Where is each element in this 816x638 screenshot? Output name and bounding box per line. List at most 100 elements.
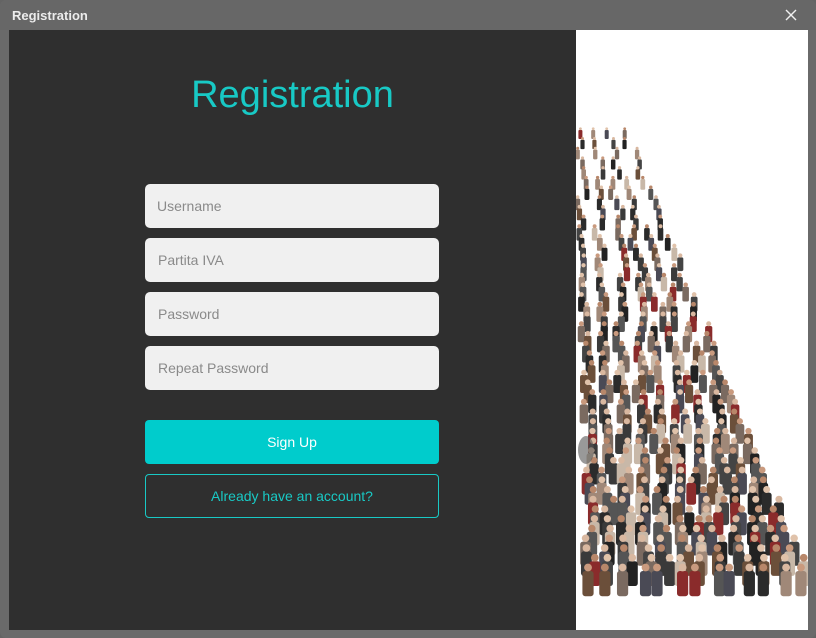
crowd-figure-head bbox=[725, 563, 734, 572]
crowd-figure-head bbox=[582, 544, 591, 552]
crowd-figure-head bbox=[589, 486, 597, 493]
crowd-figure-head bbox=[630, 204, 635, 209]
crowd-figure bbox=[608, 502, 619, 526]
crowd-figure-head bbox=[641, 563, 650, 572]
crowd-figure-head bbox=[651, 292, 657, 297]
crowd-figure-head bbox=[758, 515, 766, 523]
crowd-figure-head bbox=[598, 466, 605, 474]
crowd-figure bbox=[576, 149, 580, 160]
password-input[interactable] bbox=[145, 292, 439, 336]
crowd-figure-head bbox=[601, 204, 605, 209]
crowd-figure-head bbox=[638, 398, 645, 405]
crowd-figure-head bbox=[601, 505, 609, 513]
crowd-figure-head bbox=[610, 495, 618, 503]
login-link-button[interactable]: Already have an account? bbox=[145, 474, 439, 518]
crowd-figure-head bbox=[599, 350, 606, 356]
crowd-figure-head bbox=[684, 544, 693, 552]
crowd-figure bbox=[698, 375, 707, 393]
close-icon[interactable] bbox=[782, 6, 800, 24]
crowd-figure-head bbox=[606, 379, 613, 386]
crowd-figure-head bbox=[581, 137, 584, 140]
crowd-figure-head bbox=[655, 253, 660, 258]
crowd-figure-head bbox=[750, 476, 758, 484]
crowd-figure bbox=[682, 286, 689, 302]
crowd-figure-head bbox=[592, 137, 596, 140]
crowd-figure-head bbox=[597, 233, 602, 239]
crowd-figure-head bbox=[737, 456, 744, 464]
crowd-figure-head bbox=[644, 408, 651, 415]
crowd-figure bbox=[690, 365, 699, 383]
repeat-password-input[interactable] bbox=[145, 346, 439, 390]
username-input[interactable] bbox=[145, 184, 439, 228]
crowd-figure-head bbox=[711, 340, 717, 346]
crowd-figure bbox=[635, 169, 641, 180]
crowd-figure bbox=[626, 188, 632, 200]
crowd-figure-head bbox=[790, 534, 798, 543]
partita-iva-input[interactable] bbox=[145, 238, 439, 282]
crowd-figure bbox=[660, 277, 668, 292]
crowd-figure-head bbox=[653, 486, 661, 493]
crowd-figure-head bbox=[683, 330, 689, 337]
crowd-figure-head bbox=[666, 330, 672, 337]
crowd-figure-head bbox=[622, 243, 627, 248]
crowd-figure-head bbox=[686, 379, 692, 386]
crowd-figure-head bbox=[785, 544, 794, 552]
crowd-figure-head bbox=[641, 476, 648, 484]
crowd-figure-head bbox=[628, 553, 637, 562]
crowd-figure-head bbox=[731, 476, 738, 484]
crowd-figure-head bbox=[635, 330, 642, 337]
crowd-figure-head bbox=[616, 214, 621, 219]
crowd-figure-head bbox=[645, 272, 651, 278]
crowd-figure-head bbox=[676, 553, 685, 562]
crowd-figure-head bbox=[702, 495, 710, 503]
crowd-figure-head bbox=[584, 311, 590, 317]
crowd-figure-head bbox=[672, 398, 679, 405]
crowd-figure-head bbox=[695, 515, 703, 523]
crowd-figure bbox=[713, 512, 724, 536]
crowd-figure-head bbox=[657, 204, 661, 209]
crowd-figure-head bbox=[656, 263, 662, 268]
crowd-figure-head bbox=[679, 524, 687, 533]
crowd-figure-head bbox=[732, 515, 740, 523]
crowd-figure-head bbox=[615, 195, 619, 199]
crowd-figure bbox=[600, 169, 606, 180]
crowd-figure-head bbox=[686, 321, 692, 327]
crowd-figure bbox=[596, 198, 602, 211]
crowd-figure-head bbox=[621, 486, 629, 493]
crowd-figure-head bbox=[606, 524, 614, 533]
crowd-figure-head bbox=[618, 311, 624, 317]
crowd-figure-head bbox=[640, 389, 647, 395]
crowd-figure-head bbox=[641, 301, 647, 307]
crowd-figure bbox=[593, 149, 598, 160]
crowd-figure-head bbox=[600, 389, 607, 395]
crowd-figure-head bbox=[665, 321, 671, 327]
crowd-figure-head bbox=[662, 437, 669, 444]
crowd-figure-head bbox=[589, 427, 596, 435]
crowd-figure-head bbox=[670, 282, 676, 288]
crowd-figure-head bbox=[621, 379, 627, 386]
crowd-figure-head bbox=[695, 553, 704, 562]
crowd-figure-head bbox=[658, 476, 666, 484]
crowd-figure-head bbox=[627, 185, 631, 189]
crowd-figure bbox=[650, 296, 658, 312]
crowd-figure-head bbox=[673, 447, 681, 454]
crowd-figure-head bbox=[583, 466, 590, 474]
title-bar[interactable]: Registration bbox=[0, 0, 816, 30]
crowd-figure-head bbox=[601, 166, 605, 170]
crowd-figure bbox=[625, 512, 637, 536]
crowd-figure-head bbox=[641, 447, 649, 454]
crowd-figure-head bbox=[584, 175, 588, 180]
sign-up-button[interactable]: Sign Up bbox=[145, 420, 439, 464]
crowd-figure-head bbox=[691, 360, 698, 366]
crowd-figure-head bbox=[625, 466, 633, 474]
crowd-figure-head bbox=[650, 427, 657, 435]
crowd-figure bbox=[780, 571, 792, 597]
crowd-figure bbox=[657, 228, 664, 241]
crowd-figure-head bbox=[603, 553, 612, 562]
crowd-figure-head bbox=[685, 505, 693, 513]
crowd-figure-head bbox=[718, 534, 726, 543]
crowd-figure-head bbox=[635, 437, 642, 444]
crowd-figure-head bbox=[589, 418, 596, 425]
crowd-figure bbox=[648, 188, 654, 200]
crowd-figure-head bbox=[654, 195, 658, 199]
